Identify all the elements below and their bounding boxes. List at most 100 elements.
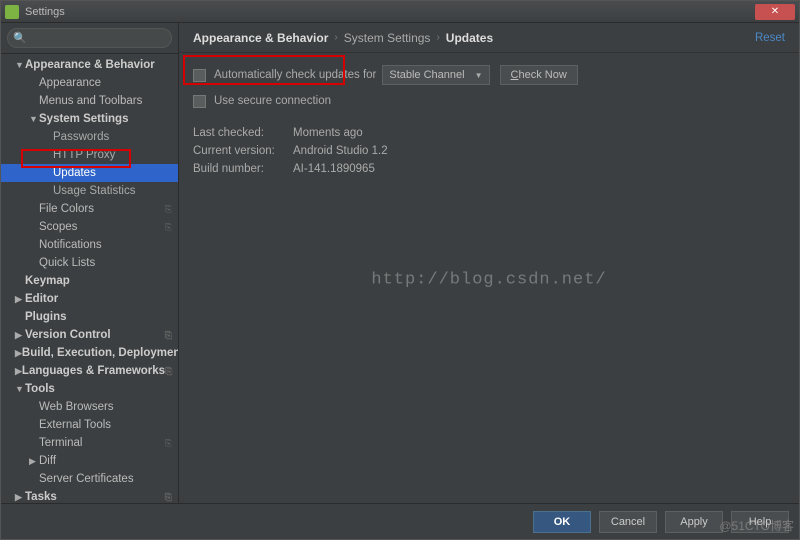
tree-item-label: Version Control (25, 329, 111, 341)
tree-item[interactable]: Menus and Toolbars (1, 92, 178, 110)
channel-dropdown[interactable]: Stable Channel ▼ (382, 65, 489, 85)
content-area: Automatically check updates for Stable C… (179, 53, 799, 503)
titlebar: Settings ✕ (1, 1, 799, 23)
tree-item-label: Server Certificates (39, 473, 134, 485)
tree-item[interactable]: Appearance (1, 74, 178, 92)
tree-item-label: Appearance & Behavior (25, 59, 155, 71)
app-icon (5, 5, 19, 19)
tree-item[interactable]: Passwords (1, 128, 178, 146)
tree-item[interactable]: ▶Build, Execution, Deployment (1, 344, 178, 362)
project-config-icon: ⎘ (165, 366, 172, 377)
info-row: Last checked:Moments ago (193, 127, 785, 145)
tree-arrow-icon: ▶ (15, 492, 25, 503)
tree-item[interactable]: ▼System Settings (1, 110, 178, 128)
auto-check-checkbox[interactable] (193, 69, 206, 82)
auto-check-label: Automatically check updates for (214, 69, 376, 81)
tree-item[interactable]: ▶Version Control ⎘ (1, 326, 178, 344)
tree-item-label: File Colors (39, 203, 94, 215)
tree-item[interactable]: Keymap (1, 272, 178, 290)
tree-item-label: External Tools (39, 419, 111, 431)
tree-item-label: Updates (53, 167, 96, 179)
info-value: Android Studio 1.2 (293, 145, 388, 163)
reset-link[interactable]: Reset (755, 32, 785, 44)
settings-window: Settings ✕ 🔍 ▼Appearance & BehaviorAppea… (0, 0, 800, 540)
tree-item-label: Appearance (39, 77, 101, 89)
info-key: Current version: (193, 145, 293, 163)
crumb-mid: System Settings (344, 31, 431, 45)
search-input[interactable] (7, 28, 172, 48)
watermark-text: http://blog.csdn.net/ (371, 270, 606, 289)
tree-item-label: System Settings (39, 113, 128, 125)
tree-item[interactable]: ▶Languages & Frameworks⎘ (1, 362, 178, 380)
ok-button[interactable]: OK (533, 511, 591, 533)
tree-item[interactable]: ▶Diff (1, 452, 178, 470)
tree-item[interactable]: Usage Statistics (1, 182, 178, 200)
cancel-button[interactable]: Cancel (599, 511, 657, 533)
search-icon: 🔍 (13, 32, 27, 45)
tree-item-label: Keymap (25, 275, 70, 287)
tree-item-label: Quick Lists (39, 257, 95, 269)
tree-item[interactable]: ▼Tools (1, 380, 178, 398)
tree-item[interactable]: File Colors ⎘ (1, 200, 178, 218)
window-title: Settings (25, 6, 65, 18)
tree-item-label: Build, Execution, Deployment (22, 347, 178, 359)
tree-item[interactable]: HTTP Proxy (1, 146, 178, 164)
info-value: Moments ago (293, 127, 363, 145)
tree-item[interactable]: Scopes ⎘ (1, 218, 178, 236)
tree-item-label: Usage Statistics (53, 185, 135, 197)
project-config-icon: ⎘ (165, 438, 172, 449)
project-config-icon: ⎘ (165, 222, 172, 233)
tree-item-label: Tools (25, 383, 55, 395)
tree-item-label: Languages & Frameworks (22, 365, 165, 377)
tree-item[interactable]: ▶Editor (1, 290, 178, 308)
tree-arrow-icon: ▶ (29, 456, 39, 467)
tree-arrow-icon: ▶ (15, 294, 25, 305)
help-button[interactable]: Help (731, 511, 789, 533)
crumb-leaf: Updates (446, 31, 493, 45)
tree-item[interactable]: Quick Lists (1, 254, 178, 272)
tree-arrow-icon: ▼ (15, 60, 25, 70)
close-button[interactable]: ✕ (755, 4, 795, 20)
tree-item[interactable]: ▼Appearance & Behavior (1, 56, 178, 74)
tree-item-label: HTTP Proxy (53, 149, 115, 161)
tree-item[interactable]: Terminal ⎘ (1, 434, 178, 452)
info-key: Build number: (193, 163, 293, 181)
project-config-icon: ⎘ (165, 330, 172, 341)
apply-button[interactable]: Apply (665, 511, 723, 533)
settings-tree: ▼Appearance & BehaviorAppearanceMenus an… (1, 54, 178, 503)
dialog-footer: OK Cancel Apply Help (1, 503, 799, 539)
check-now-button[interactable]: Check Now (500, 65, 578, 85)
tree-item[interactable]: External Tools (1, 416, 178, 434)
tree-item[interactable]: Notifications (1, 236, 178, 254)
channel-value: Stable Channel (389, 69, 464, 81)
tree-item-label: Notifications (39, 239, 102, 251)
crumb-root: Appearance & Behavior (193, 31, 328, 45)
project-config-icon: ⎘ (165, 204, 172, 215)
tree-item[interactable]: ▶Tasks⎘ (1, 488, 178, 503)
tree-arrow-icon: ▶ (15, 366, 22, 377)
tree-item-label: Plugins (25, 311, 67, 323)
tree-item-label: Terminal (39, 437, 82, 449)
secure-connection-label: Use secure connection (214, 95, 331, 107)
tree-item[interactable]: Server Certificates (1, 470, 178, 488)
chevron-down-icon: ▼ (475, 71, 483, 80)
tree-item-label: Tasks (25, 491, 57, 503)
tree-item[interactable]: Web Browsers (1, 398, 178, 416)
chevron-right-icon: › (334, 32, 337, 43)
sidebar: 🔍 ▼Appearance & BehaviorAppearanceMenus … (1, 23, 179, 503)
secure-connection-checkbox[interactable] (193, 95, 206, 108)
breadcrumb: Appearance & Behavior › System Settings … (179, 23, 799, 53)
tree-item[interactable]: Plugins (1, 308, 178, 326)
tree-item[interactable]: Updates (1, 164, 178, 182)
tree-arrow-icon: ▶ (15, 330, 25, 341)
tree-item-label: Menus and Toolbars (39, 95, 142, 107)
tree-item-label: Editor (25, 293, 58, 305)
tree-item-label: Scopes (39, 221, 77, 233)
info-key: Last checked: (193, 127, 293, 145)
tree-item-label: Web Browsers (39, 401, 114, 413)
tree-item-label: Passwords (53, 131, 109, 143)
tree-item-label: Diff (39, 455, 56, 467)
info-row: Build number:AI-141.1890965 (193, 163, 785, 181)
tree-arrow-icon: ▼ (29, 114, 39, 124)
main-panel: Appearance & Behavior › System Settings … (179, 23, 799, 503)
